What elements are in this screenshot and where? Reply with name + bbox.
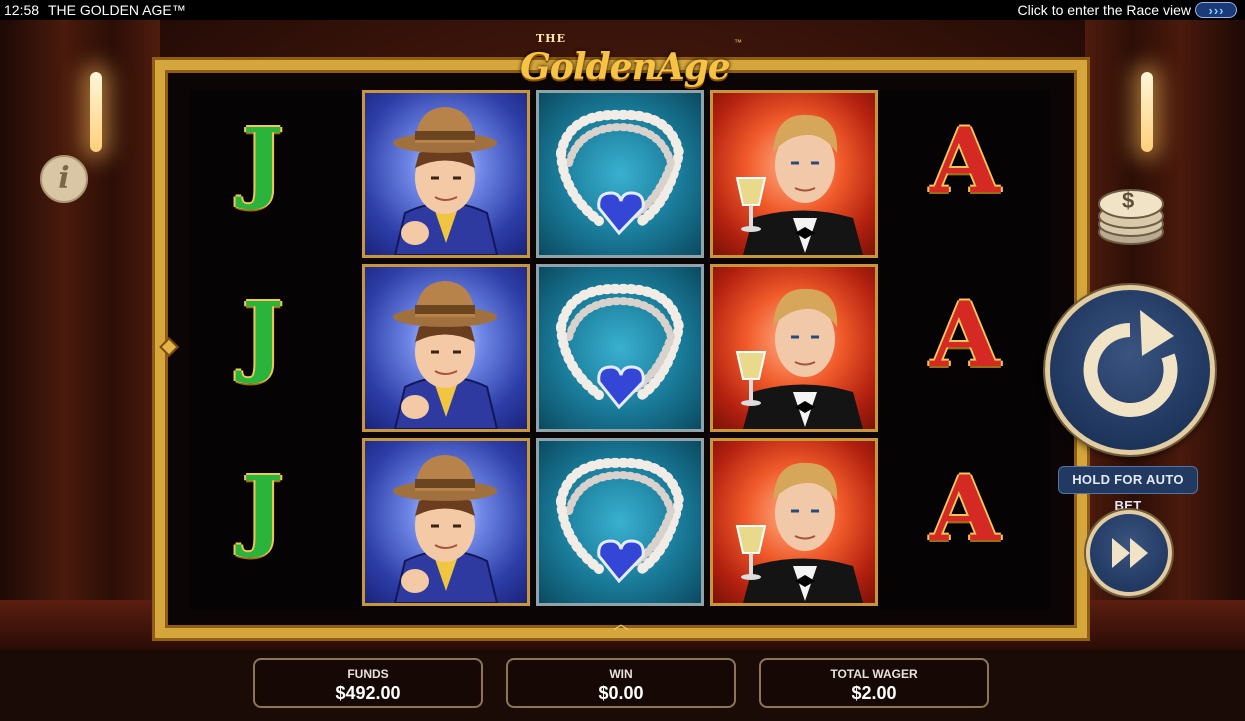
info-button[interactable]: i [40, 155, 88, 203]
symbol-a: A [930, 456, 1000, 562]
symbol-gentleman-champagne [710, 264, 878, 432]
gentleman-hat-icon [393, 107, 499, 255]
gentleman-hat-icon [393, 281, 499, 429]
fast-forward-icon [1112, 538, 1148, 568]
game-logo: THE GoldenAge ™ [500, 28, 750, 88]
wager-label: TOTAL WAGER [830, 667, 918, 681]
reel-2 [362, 90, 534, 610]
info-icon: i [58, 161, 70, 196]
symbol-gentleman-champagne [710, 438, 878, 606]
bet-settings-button[interactable]: $ [1096, 182, 1166, 248]
game-title: THE GOLDEN AGE™ [48, 2, 186, 18]
symbol-a: A [930, 108, 1000, 214]
spin-arrow-icon [1083, 310, 1178, 417]
chevron-right-icon: › [1213, 2, 1219, 18]
symbol-necklace [536, 264, 704, 432]
win-meter: WIN $0.00 [506, 658, 736, 708]
race-view-link[interactable]: Click to enter the Race view [1017, 0, 1191, 20]
right-wall-lamp [1141, 72, 1153, 152]
win-label: WIN [609, 667, 633, 681]
necklace-icon [556, 283, 685, 410]
logo-trademark: ™ [734, 38, 742, 47]
necklace-icon [556, 109, 685, 236]
symbol-gentleman-champagne [710, 90, 878, 258]
race-view-toggle[interactable]: › › › [1195, 2, 1237, 18]
chevron-right-icon: › [1219, 2, 1224, 18]
gentleman-hat-icon [393, 455, 499, 603]
turbo-button[interactable] [1086, 510, 1172, 596]
left-curtain [0, 20, 160, 640]
symbol-j: J [242, 456, 284, 560]
frame-bottom-chevron-icon: ︿ [612, 616, 629, 633]
auto-bet-hint[interactable]: HOLD FOR AUTO BET [1058, 466, 1198, 513]
symbol-necklace [536, 90, 704, 258]
reel-4 [710, 90, 882, 610]
symbol-j: J [242, 108, 284, 212]
clock: 12:58 [4, 2, 40, 18]
symbol-j: J [242, 282, 284, 386]
logo-wordmark: GoldenAge [520, 46, 731, 88]
win-value: $0.00 [598, 683, 644, 703]
gentleman-champagne-icon [735, 462, 863, 603]
reel-3 [536, 90, 708, 610]
gentleman-champagne-icon [735, 288, 863, 429]
necklace-icon [556, 457, 685, 584]
symbol-gentleman-hat [362, 438, 530, 606]
reel-5: A A A [880, 90, 1050, 610]
symbol-necklace [536, 438, 704, 606]
wager-value: $2.00 [851, 683, 897, 703]
dollar-icon: $ [1122, 188, 1135, 213]
funds-label: FUNDS [347, 667, 389, 681]
wager-meter[interactable]: TOTAL WAGER $2.00 [759, 658, 989, 708]
gentleman-champagne-icon [735, 114, 863, 255]
spin-button[interactable] [1045, 285, 1215, 455]
symbol-a: A [930, 282, 1000, 388]
logo-the: THE [536, 32, 566, 45]
symbol-gentleman-hat [362, 90, 530, 258]
funds-meter: FUNDS $492.00 [253, 658, 483, 708]
left-wall-lamp [90, 72, 102, 152]
chevron-right-icon: › [1208, 2, 1213, 18]
symbol-gentleman-hat [362, 264, 530, 432]
reel-1: J J J [190, 90, 360, 610]
funds-value: $492.00 [335, 683, 401, 703]
top-bar: 12:58 THE GOLDEN AGE™ Click to enter the… [0, 0, 1245, 20]
